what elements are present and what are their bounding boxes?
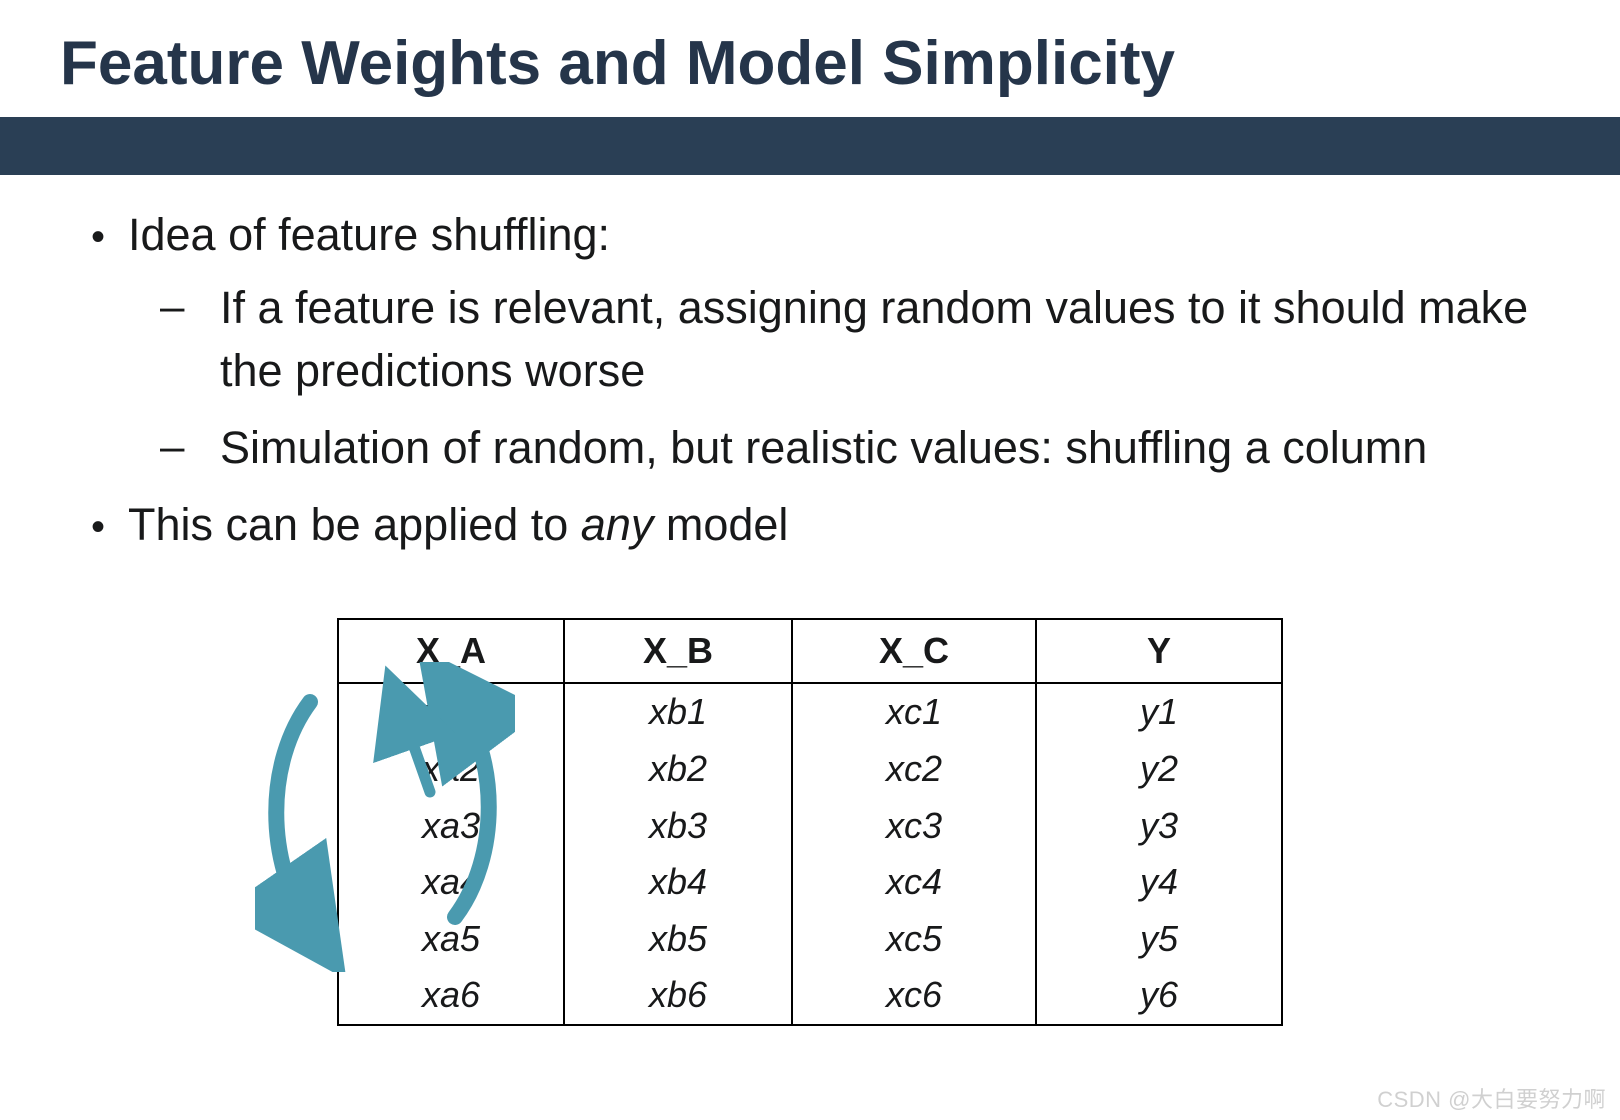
bullet-dot: • xyxy=(68,203,128,266)
watermark: CSDN @大白要努力啊 xyxy=(1377,1082,1606,1114)
table-header: X_A X_B X_C Y xyxy=(338,619,1282,683)
sub-bullet-2-text: Simulation of random, but realistic valu… xyxy=(220,416,1580,479)
dash: – xyxy=(160,276,220,402)
bullet-2: • This can be applied to any model xyxy=(68,493,1580,556)
title-bar xyxy=(0,117,1620,175)
table-row: xa2xb2xc2y2 xyxy=(338,741,1282,798)
header-y: Y xyxy=(1036,619,1282,683)
bullet-1: • Idea of feature shuffling: xyxy=(68,203,1580,266)
sub-bullet-1: – If a feature is relevant, assigning ra… xyxy=(160,276,1580,402)
table-row: xa4xb4xc4y4 xyxy=(338,854,1282,911)
content-area: • Idea of feature shuffling: – If a feat… xyxy=(0,175,1620,1026)
bullet-dot: • xyxy=(68,493,128,556)
data-table: X_A X_B X_C Y xa1xb1xc1y1 xa2xb2xc2y2 xa… xyxy=(337,618,1283,1026)
table-row: xa1xb1xc1y1 xyxy=(338,683,1282,741)
table-row: xa5xb5xc5y5 xyxy=(338,911,1282,968)
header-xb: X_B xyxy=(564,619,792,683)
bullet-2-text: This can be applied to any model xyxy=(128,493,1580,556)
slide-title: Feature Weights and Model Simplicity xyxy=(0,0,1620,117)
bullet-1-text: Idea of feature shuffling: xyxy=(128,203,1580,266)
sub-bullet-1-text: If a feature is relevant, assigning rand… xyxy=(220,276,1580,402)
header-xc: X_C xyxy=(792,619,1036,683)
bullet-2-em: any xyxy=(581,499,654,550)
table-row: xa6xb6xc6y6 xyxy=(338,967,1282,1025)
table-wrap: X_A X_B X_C Y xa1xb1xc1y1 xa2xb2xc2y2 xa… xyxy=(40,618,1580,1026)
dash: – xyxy=(160,416,220,479)
bullet-2-post: model xyxy=(653,499,788,550)
table-body: xa1xb1xc1y1 xa2xb2xc2y2 xa3xb3xc3y3 xa4x… xyxy=(338,683,1282,1025)
bullet-2-pre: This can be applied to xyxy=(128,499,581,550)
table-row: xa3xb3xc3y3 xyxy=(338,798,1282,855)
header-xa: X_A xyxy=(338,619,564,683)
sub-bullet-2: – Simulation of random, but realistic va… xyxy=(160,416,1580,479)
